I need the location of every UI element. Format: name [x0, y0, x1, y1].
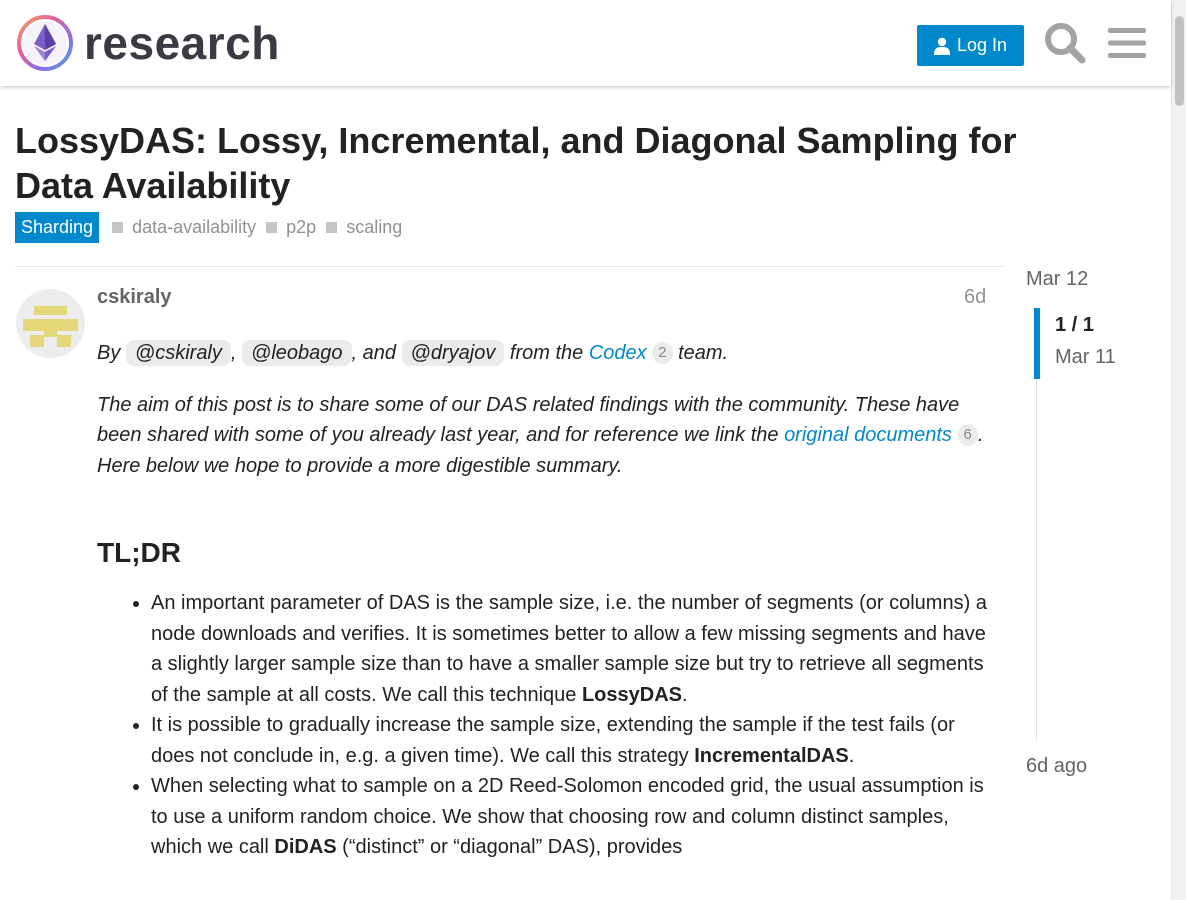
title-divider: [15, 266, 1004, 267]
list-item: When selecting what to sample on a 2D Re…: [151, 771, 987, 863]
timeline-handle[interactable]: [1034, 308, 1040, 379]
post-intro: By @cskiraly, @leobago, and @dryajov fro…: [97, 338, 987, 369]
intro-team-text: team.: [678, 342, 729, 364]
intro-sep: ,: [230, 342, 237, 364]
avatar[interactable]: [16, 289, 85, 358]
search-icon: [1045, 23, 1086, 64]
intro-sep: , and: [351, 342, 396, 364]
bullet-term: LossyDAS: [581, 683, 682, 706]
intro-by-text: By: [97, 342, 121, 364]
intro-from-text: from the: [509, 342, 584, 364]
tag-p2p[interactable]: p2p: [266, 217, 316, 238]
bullet-term: DiDAS: [274, 836, 337, 858]
user-icon: [933, 37, 950, 55]
identicon-avatar-icon: [16, 289, 85, 358]
site-header: research Log In: [0, 0, 1171, 86]
timeline-start-date[interactable]: Mar 12: [1026, 268, 1088, 291]
tag-label: scaling: [346, 217, 403, 237]
hamburger-menu-button[interactable]: [1104, 20, 1150, 66]
mention-leobago[interactable]: @leobago: [242, 340, 352, 366]
search-button[interactable]: [1042, 20, 1088, 66]
bullet-text: An important parameter of DAS is the sam…: [151, 592, 987, 706]
timeline-position-date: Mar 11: [1055, 346, 1116, 368]
page-scrollbar[interactable]: [1171, 0, 1186, 900]
original-documents-link[interactable]: original documents: [784, 424, 952, 446]
post-username[interactable]: cskiraly: [97, 286, 172, 309]
scrollbar-thumb[interactable]: [1175, 16, 1184, 106]
login-button[interactable]: Log In: [917, 25, 1024, 66]
tag-label: p2p: [286, 217, 317, 237]
tldr-list: An important parameter of DAS is the sam…: [97, 588, 987, 863]
codex-link[interactable]: Codex: [589, 342, 647, 364]
list-item: An important parameter of DAS is the sam…: [151, 588, 987, 710]
topic-tags: Sharding data-availability p2p scaling: [15, 212, 412, 243]
bullet-term: IncrementalDAS: [694, 744, 849, 767]
tag-square-icon: [326, 222, 338, 233]
bullet-end: .: [848, 744, 855, 767]
timeline-end-date[interactable]: 6d ago: [1026, 755, 1087, 778]
link-click-count: 6: [957, 424, 978, 446]
tag-square-icon: [266, 222, 278, 233]
category-badge[interactable]: Sharding: [15, 212, 100, 243]
tag-data-availability[interactable]: data-availability: [112, 217, 256, 238]
logo-text: research: [84, 17, 280, 69]
section-heading: TL;DR: [97, 537, 181, 568]
timeline-position: 1 / 1: [1055, 314, 1094, 336]
login-label: Log In: [956, 35, 1008, 55]
topic-title[interactable]: LossyDAS: Lossy, Incremental, and Diagon…: [15, 118, 1045, 208]
post-aim: The aim of this post is to share some of…: [97, 390, 987, 482]
list-item: It is possible to gradually increase the…: [151, 710, 987, 771]
tag-square-icon: [112, 222, 124, 233]
bullet-end: (“distinct” or “diagonal” DAS), provides: [336, 836, 683, 858]
link-click-count: 2: [652, 342, 673, 364]
site-logo[interactable]: research: [16, 14, 280, 72]
mention-cskiraly[interactable]: @cskiraly: [125, 340, 231, 366]
post-body: By @cskiraly, @leobago, and @dryajov fro…: [97, 338, 987, 863]
tag-scaling[interactable]: scaling: [326, 217, 402, 238]
ethereum-research-logo-icon: [17, 15, 73, 71]
hamburger-menu-icon: [1108, 28, 1146, 58]
post-date[interactable]: 6d: [964, 286, 986, 309]
bullet-end: .: [682, 683, 688, 706]
mention-dryajov[interactable]: @dryajov: [401, 340, 505, 366]
tag-label: data-availability: [132, 217, 257, 237]
